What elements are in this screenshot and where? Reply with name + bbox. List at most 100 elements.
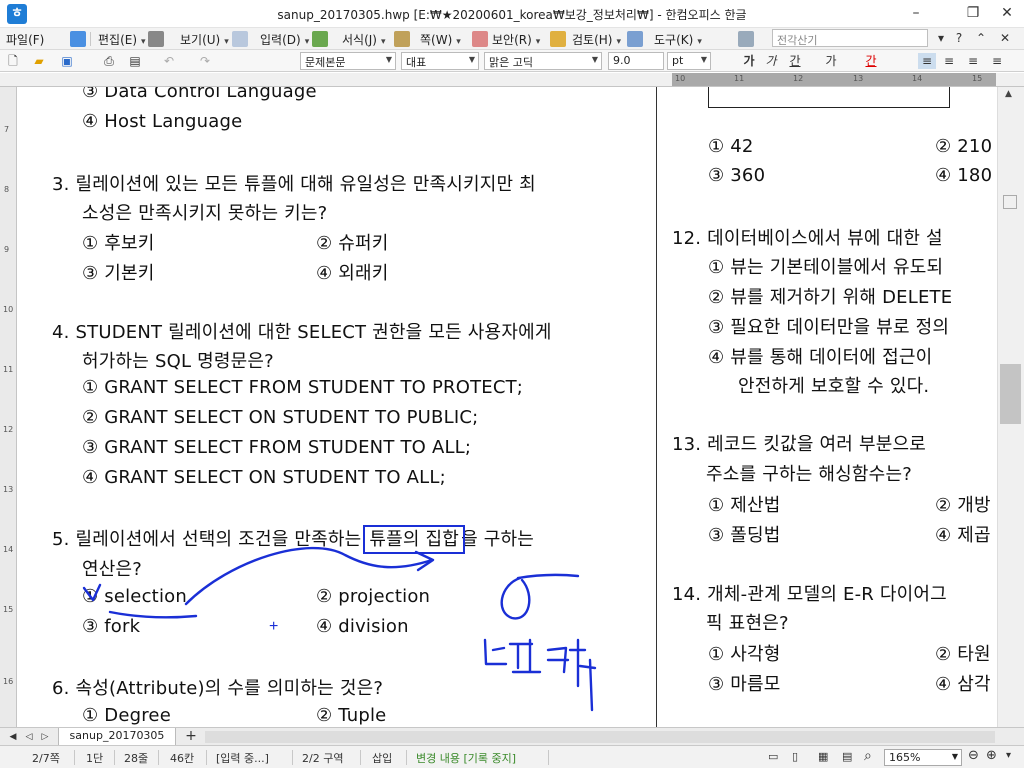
view-page-icon[interactable]: ▤ — [842, 750, 852, 763]
status-separator — [206, 750, 207, 765]
question-option: ④ 뷰를 통해 데이터에 접근이 — [708, 347, 933, 368]
new-doc-icon[interactable] — [70, 31, 86, 47]
figure-box — [708, 87, 950, 108]
question-option: ④ 삼각 — [935, 674, 991, 695]
ribbon-collapse-icon[interactable]: ⌃ — [972, 30, 990, 46]
add-tab-icon[interactable]: + — [182, 728, 200, 744]
page-icon[interactable] — [472, 31, 488, 47]
menu-file[interactable]: 파일(F) — [6, 31, 44, 48]
zoom-icon[interactable]: ⌕ — [864, 748, 872, 764]
status-track-changes[interactable]: 변경 내용 [기록 중지] — [416, 750, 516, 766]
question-4-text: 허가하는 SQL 명령문은? — [82, 351, 274, 372]
align-right-icon[interactable]: ≡ — [988, 53, 1006, 69]
tab-document[interactable]: sanup_20170305 — [58, 728, 176, 746]
new-file-icon[interactable]: 🗋 — [4, 53, 22, 69]
tab-next-icon[interactable]: ▷ — [36, 729, 54, 745]
ruler-number: 8 — [4, 185, 10, 194]
tools-icon[interactable] — [738, 31, 754, 47]
print-icon[interactable] — [148, 31, 164, 47]
ruler-inactive-region — [672, 73, 996, 86]
align-center-icon[interactable]: ≡ — [964, 53, 982, 69]
undo-icon[interactable]: ↶ — [160, 53, 178, 69]
status-insert-mode[interactable]: 삽입 — [372, 750, 392, 766]
print-icon[interactable]: ⎙ — [100, 53, 118, 69]
zoom-select[interactable]: 165% ▼ — [884, 749, 962, 766]
scrollbar-thumb[interactable] — [1000, 364, 1021, 424]
question-option: ③ 필요한 데이터만을 뷰로 정의 — [708, 317, 950, 338]
chevron-down-icon: ▾ — [380, 37, 386, 47]
zoom-in-icon[interactable]: ⊕ — [986, 748, 997, 763]
menu-security[interactable]: 보안(R) ▾ — [492, 31, 540, 48]
save-icon[interactable]: ▣ — [58, 53, 76, 69]
question-option: ② 개방 — [935, 495, 991, 516]
command-search-input[interactable]: 전각산기 — [772, 29, 928, 47]
ruler-number: 12 — [793, 74, 804, 83]
font-shape-select[interactable]: 대표 ▼ — [401, 52, 479, 70]
chevron-down-icon[interactable]: ▾ — [932, 30, 950, 46]
chevron-down-icon: ▾ — [224, 37, 229, 47]
question-5-text: 연산은? — [82, 559, 143, 580]
question-option: ① Degree — [82, 705, 171, 726]
ruler-number: 14 — [912, 74, 923, 83]
redo-icon[interactable]: ↷ — [196, 53, 214, 69]
close-button[interactable]: ✕ — [992, 3, 1022, 23]
horizontal-scrollbar[interactable] — [205, 731, 995, 743]
maximize-button[interactable]: ❐ — [958, 3, 988, 23]
ruler-number: 11 — [734, 74, 745, 83]
chevron-down-icon[interactable]: ▾ — [1006, 750, 1011, 761]
ruler-number: 10 — [675, 74, 686, 83]
view-web-icon[interactable]: ▯ — [792, 750, 798, 763]
format-icon[interactable] — [394, 31, 410, 47]
menu-view[interactable]: 보기(U) ▾ — [180, 31, 229, 48]
question-option: ① 사각형 — [708, 644, 781, 665]
menu-format[interactable]: 서식(J) ▾ — [342, 31, 386, 48]
menu-tools[interactable]: 도구(K) ▾ — [654, 31, 702, 48]
view-outline-icon[interactable]: ▦ — [818, 750, 828, 763]
view-icon[interactable] — [232, 31, 248, 47]
question-option: ③ Data Control Language — [82, 87, 317, 102]
strike-button[interactable]: 가 — [822, 53, 840, 69]
vertical-ruler[interactable]: 7 8 9 10 11 12 13 14 15 16 — [0, 87, 17, 727]
paragraph-style-select[interactable]: 문제본문 ▼ — [300, 52, 396, 70]
question-3-text: 소성은 만족시키지 못하는 키는? — [82, 203, 328, 224]
status-page[interactable]: 2/7쪽 — [32, 750, 60, 766]
font-family-select[interactable]: 맑은 고딕 ▼ — [484, 52, 602, 70]
align-left-icon[interactable]: ≡ — [940, 53, 958, 69]
document-canvas[interactable]: ③ Data Control Language ④ Host Language … — [18, 87, 997, 727]
horizontal-ruler[interactable]: 10 11 12 13 14 15 — [0, 73, 1024, 87]
italic-button[interactable]: 가 — [762, 53, 780, 69]
review-icon[interactable] — [627, 31, 643, 47]
minimize-button[interactable]: – — [901, 3, 931, 23]
question-option: ② GRANT SELECT ON STUDENT TO PUBLIC; — [82, 407, 479, 428]
scroll-up-icon[interactable]: ▲ — [1005, 89, 1012, 99]
font-color-button[interactable]: 간 — [862, 53, 880, 69]
question-5-text: 5. 릴레이션에서 선택의 조건을 만족하는 튜플의 집합 을 구하는 — [52, 525, 534, 554]
zoom-out-icon[interactable]: ⊖ — [968, 748, 979, 763]
scroll-marker-icon[interactable] — [1003, 195, 1017, 209]
font-unit-select[interactable]: pt ▼ — [667, 52, 711, 70]
view-normal-icon[interactable]: ▭ — [768, 750, 778, 763]
underline-button[interactable]: 간 — [786, 53, 804, 69]
status-separator — [114, 750, 115, 765]
bold-button[interactable]: 가 — [740, 53, 758, 69]
menu-edit[interactable]: 편집(E) ▾ — [98, 31, 146, 48]
menu-review[interactable]: 검토(H) ▾ — [572, 31, 621, 48]
ruler-number: 15 — [3, 605, 14, 614]
align-justify-icon[interactable]: ≡ — [918, 53, 936, 69]
open-folder-icon[interactable]: ▰ — [30, 53, 48, 69]
window-title: sanup_20170305.hwp [E:₩★20200601_korea₩보… — [277, 8, 747, 22]
security-icon[interactable] — [550, 31, 566, 47]
status-column: 46칸 — [170, 752, 195, 765]
question-4-text: 4. STUDENT 릴레이션에 대한 SELECT 권한을 모든 사용자에게 — [52, 322, 552, 343]
close-doc-icon[interactable]: ✕ — [996, 30, 1014, 46]
help-icon[interactable]: ? — [950, 30, 968, 46]
question-option: ④ 제곱 — [935, 525, 991, 546]
question-option: ③ fork — [82, 616, 141, 637]
menu-insert[interactable]: 입력(D) ▾ — [260, 31, 309, 48]
menu-page[interactable]: 쪽(W) ▾ — [420, 31, 461, 48]
insert-icon[interactable] — [312, 31, 328, 47]
preview-icon[interactable]: ▤ — [126, 53, 144, 69]
font-size-input[interactable]: 9.0 — [608, 52, 664, 70]
question-6-text: 6. 속성(Attribute)의 수를 의미하는 것은? — [52, 678, 384, 699]
chevron-down-icon: ▾ — [697, 37, 702, 47]
